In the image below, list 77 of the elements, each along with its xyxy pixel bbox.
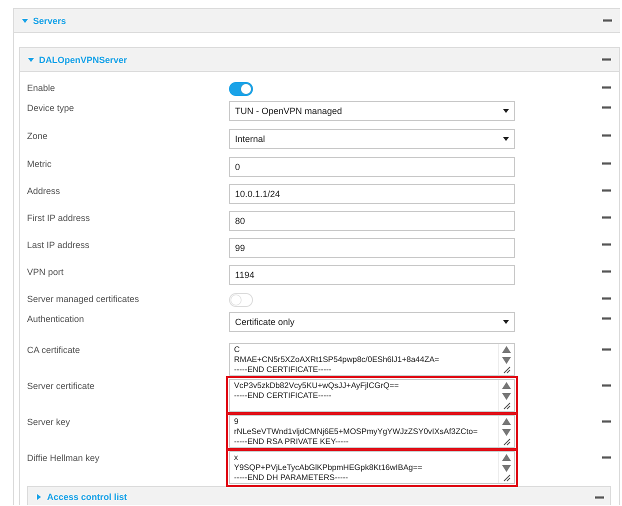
field-label: Server managed certificates [27, 293, 140, 304]
field-label: Device type [27, 102, 76, 113]
resize-grip-icon[interactable] [502, 474, 510, 482]
input-field[interactable]: 99 [229, 238, 515, 258]
text-line: -----END DH PARAMETERS----- [234, 473, 350, 483]
field-label: VPN port [27, 266, 65, 277]
text-line: -----END RSA PRIVATE KEY----- [234, 437, 350, 447]
more-icon[interactable] [602, 86, 611, 89]
scroll-arrows-icon[interactable] [502, 417, 511, 437]
more-icon[interactable] [602, 58, 611, 61]
scroll-arrows-icon[interactable] [502, 381, 511, 401]
text-line: C [234, 345, 241, 355]
text-area[interactable]: C RMAE+CN5r5XZoAXRt1SP54pwp8c/0ESh6lJ1+8a44ZA= -----END CERTIFICATE----- [229, 343, 515, 376]
field-label: Server key [27, 416, 72, 427]
field-label: CA certificate [27, 344, 82, 355]
input-field[interactable]: 0 [229, 157, 515, 177]
dropdown-field[interactable]: Internal [229, 129, 515, 149]
more-icon[interactable] [602, 420, 611, 423]
resize-grip-icon[interactable] [502, 438, 510, 446]
more-icon[interactable] [602, 189, 611, 192]
field-value: Certificate only [235, 317, 295, 327]
more-icon[interactable] [602, 297, 611, 300]
input-field[interactable]: 1194 [229, 265, 515, 285]
dropdown-field[interactable]: TUN - OpenVPN managed [229, 101, 515, 121]
more-icon[interactable] [602, 216, 611, 219]
field-label: Last IP address [27, 239, 90, 250]
caret-icon [503, 109, 509, 113]
more-icon[interactable] [602, 317, 611, 320]
text-area[interactable]: 9 rNLeSeVTWnd1vljdCMNj6E5+MOSPmyYgYWJzZSY0vIXsAf3ZCto= -----END RSA PRIVATE KEY----- [229, 415, 515, 448]
dropdown-field[interactable]: Certificate only [229, 312, 515, 332]
toggle-switch[interactable] [229, 82, 253, 96]
text-area[interactable]: VcP3v5zkDb82Vcy5KU+wQsJJ+AyFjlCGrQ== -----END CERTIFICATE----- [229, 379, 515, 412]
text-line: RMAE+CN5r5XZoAXRt1SP54pwp8c/0ESh6lJ1+8a44ZA= [234, 355, 440, 365]
more-icon[interactable] [603, 19, 612, 22]
field-label: First IP address [27, 212, 91, 223]
more-icon[interactable] [602, 384, 611, 387]
field-label: Server certificate [27, 380, 96, 391]
more-icon[interactable] [602, 348, 611, 351]
field-value: Internal [235, 134, 266, 144]
resize-grip-icon[interactable] [502, 402, 510, 410]
field-value: 10.0.1.1/24 [235, 189, 280, 199]
field-value: 1194 [235, 270, 254, 280]
section-title: Servers [33, 16, 66, 26]
more-icon[interactable] [602, 134, 611, 137]
text-line: Y9SQP+PVjLeTycAbGlKPbpmHEGpk8Kt16wIBAg== [234, 463, 424, 473]
input-field[interactable]: 10.0.1.1/24 [229, 184, 515, 204]
field-value: 80 [235, 216, 246, 226]
field-label: Zone [27, 130, 49, 141]
field-value: 99 [235, 243, 246, 253]
resize-grip-icon[interactable] [502, 366, 510, 374]
more-icon[interactable] [602, 456, 611, 459]
more-icon[interactable] [595, 496, 604, 498]
field-label: Address [27, 185, 62, 196]
field-label: Authentication [27, 313, 86, 324]
field-label: Enable [27, 82, 56, 93]
field-label: Metric [27, 158, 52, 169]
field-value: 0 [235, 162, 240, 172]
more-icon[interactable] [602, 162, 611, 165]
section-title: DALOpenVPNServer [39, 54, 128, 64]
more-icon[interactable] [602, 270, 611, 273]
text-line: -----END CERTIFICATE----- [234, 365, 332, 375]
caret-icon [503, 137, 509, 141]
text-line: rNLeSeVTWnd1vljdCMNj6E5+MOSPmyYgYWJzZSY0vIXsAf3ZCto= [234, 427, 479, 437]
text-line: 9 [234, 417, 240, 427]
field-label: Diffie Hellman key [27, 452, 100, 463]
text-line: VcP3v5zkDb82Vcy5KU+wQsJJ+AyFjlCGrQ== [234, 381, 400, 391]
caret-icon [503, 320, 509, 324]
text-line: -----END CERTIFICATE----- [234, 391, 332, 401]
input-field[interactable]: 80 [229, 211, 515, 231]
text-line: x [234, 453, 239, 463]
text-area[interactable]: x Y9SQP+PVjLeTycAbGlKPbpmHEGpk8Kt16wIBAg== -----END DH PARAMETERS----- [229, 451, 515, 484]
scroll-arrows-icon[interactable] [502, 345, 511, 365]
scroll-arrows-icon[interactable] [502, 453, 511, 473]
section-title: Access control list [47, 492, 128, 502]
field-value: TUN - OpenVPN managed [235, 106, 342, 116]
more-icon[interactable] [602, 106, 611, 109]
more-icon[interactable] [602, 243, 611, 246]
